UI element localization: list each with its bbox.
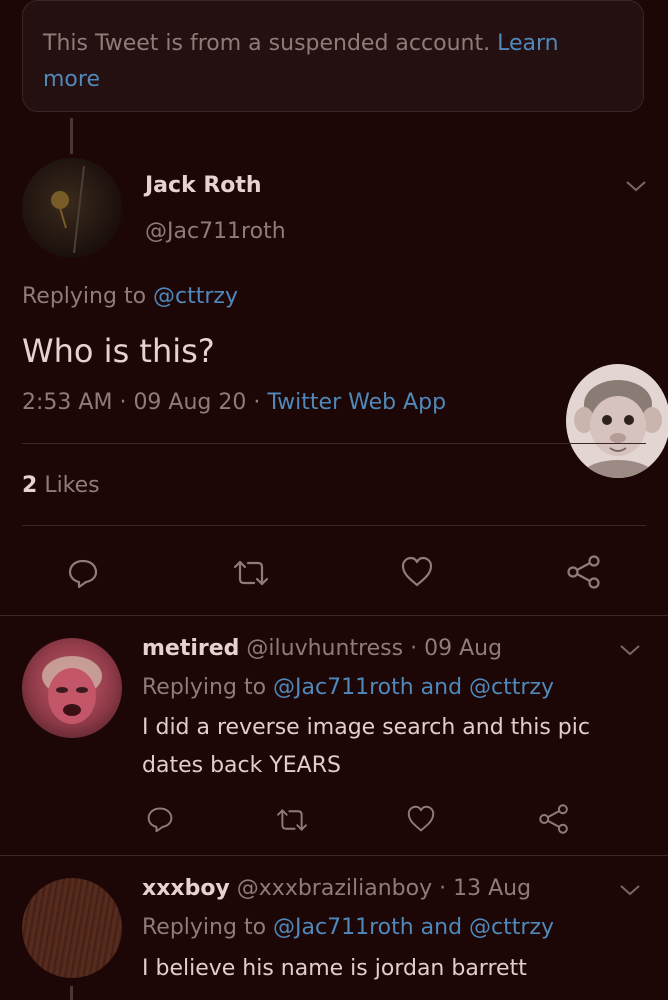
replying-to: Replying to @cttrzy	[22, 284, 238, 309]
divider	[0, 855, 668, 856]
chevron-down-icon[interactable]	[618, 640, 642, 660]
author-name[interactable]: Jack Roth	[145, 173, 262, 198]
retweet-icon[interactable]	[275, 806, 309, 834]
author-handle[interactable]: @Jac711roth	[145, 219, 286, 244]
reply-replying-to: Replying to @Jac711roth and @cttrzy	[142, 675, 554, 700]
likes-stat[interactable]: 2 Likes	[22, 473, 100, 498]
share-icon[interactable]	[538, 803, 570, 835]
heart-icon[interactable]	[406, 805, 436, 833]
reply-text-line: I believe his name is jordan barrett	[142, 956, 527, 981]
reply-author-name[interactable]: metired	[142, 636, 239, 661]
replying-prefix: Replying to	[22, 284, 147, 309]
likes-label: Likes	[44, 473, 100, 498]
meta-separator: ·	[439, 876, 447, 901]
reply-text-line: dates back YEARS	[142, 753, 341, 778]
tweet-time: 2:53 AM	[22, 390, 113, 415]
suspended-message: This Tweet is from a suspended account.	[43, 31, 491, 56]
reply-replying-to: Replying to @Jac711roth and @cttrzy	[142, 915, 554, 940]
chevron-down-icon[interactable]	[624, 176, 648, 196]
divider	[22, 525, 646, 526]
reply-icon[interactable]	[146, 805, 174, 833]
avatar-metired[interactable]	[22, 638, 122, 738]
suspended-notice-text: This Tweet is from a suspended account. …	[43, 26, 603, 98]
divider	[0, 615, 668, 616]
reply-author-name[interactable]: xxxboy	[142, 876, 230, 901]
reply-text-line: I did a reverse image search and this pi…	[142, 715, 590, 740]
retweet-icon[interactable]	[232, 557, 270, 589]
likes-count: 2	[22, 473, 38, 498]
heart-icon[interactable]	[400, 556, 434, 588]
replying-to-link[interactable]: @cttrzy	[153, 284, 238, 309]
tweet-meta: 2:53 AM · 09 Aug 20 · Twitter Web App	[22, 390, 446, 415]
meta-separator: ·	[253, 390, 261, 415]
reply-header: xxxboy @xxxbrazilianboy · 13 Aug	[142, 876, 531, 901]
tweet-text: Who is this?	[22, 332, 215, 370]
tweet-date: 09 Aug 20	[133, 390, 247, 415]
reply-header: metired @iluvhuntress · 09 Aug	[142, 636, 502, 661]
tweet-source-link[interactable]: Twitter Web App	[267, 390, 446, 415]
replying-prefix: Replying to	[142, 675, 267, 700]
reply-date[interactable]: 13 Aug	[453, 876, 531, 901]
reply-date[interactable]: 09 Aug	[424, 636, 502, 661]
chevron-down-icon[interactable]	[618, 880, 642, 900]
reply-icon[interactable]	[67, 557, 99, 589]
replying-prefix: Replying to	[142, 915, 267, 940]
avatar-xxxboy[interactable]	[22, 878, 122, 978]
replying-to-link[interactable]: @Jac711roth and @cttrzy	[273, 675, 554, 700]
reply-author-handle[interactable]: @xxxbrazilianboy	[237, 876, 432, 901]
replying-to-link[interactable]: @Jac711roth and @cttrzy	[273, 915, 554, 940]
thread-connector	[70, 118, 73, 154]
reply-author-handle[interactable]: @iluvhuntress	[246, 636, 403, 661]
share-icon[interactable]	[566, 554, 602, 590]
divider	[22, 443, 646, 444]
avatar-jack-roth[interactable]	[22, 158, 122, 258]
meta-separator: ·	[119, 390, 127, 415]
monkey-avatar	[566, 364, 668, 478]
meta-separator: ·	[410, 636, 418, 661]
thread-connector	[70, 986, 73, 1000]
